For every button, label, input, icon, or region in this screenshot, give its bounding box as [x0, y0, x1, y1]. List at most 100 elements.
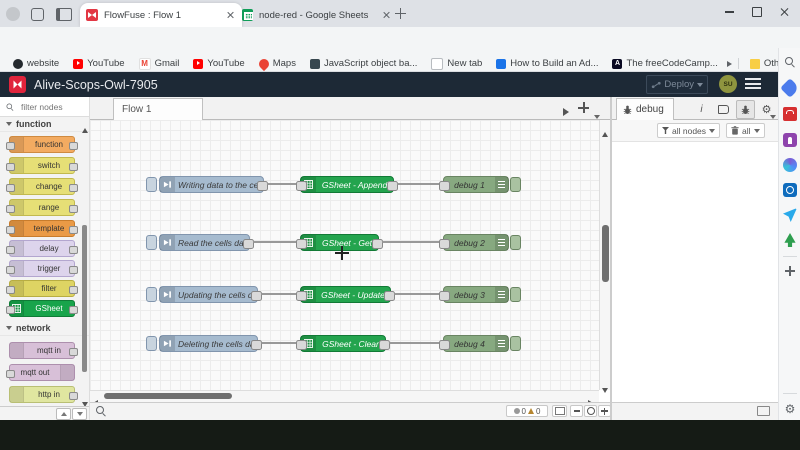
zoom-reset-button[interactable] — [584, 405, 597, 417]
debug-tab[interactable]: debug — [616, 98, 674, 120]
gsheet-node[interactable]: GSheet - Clear — [300, 335, 386, 352]
bookmark-item[interactable]: AThe freeCodeCamp... — [607, 58, 722, 69]
javascript-doc-icon — [310, 59, 320, 69]
debug-toggle-button[interactable] — [510, 235, 521, 250]
bookmarks-overflow-icon[interactable] — [727, 61, 732, 67]
debug-node[interactable]: debug 1 — [443, 176, 509, 193]
sidebar-search-icon[interactable] — [783, 55, 797, 69]
tree-game-icon[interactable] — [783, 233, 797, 247]
profile-icon[interactable] — [6, 7, 20, 21]
wire — [394, 293, 440, 295]
palette-node-trigger[interactable]: trigger — [9, 260, 75, 277]
notifications-counts[interactable]: 0 0 — [506, 405, 548, 417]
sidebar-settings-gear-icon[interactable]: ⚙ — [783, 402, 797, 416]
debug-filter-nodes-button[interactable]: all nodes — [657, 123, 720, 138]
palette-node-gsheet[interactable]: GSheet — [9, 300, 75, 317]
bookmark-item[interactable]: MGmail — [134, 58, 185, 70]
inject-button[interactable] — [146, 336, 157, 351]
debug-node[interactable]: debug 2 — [443, 234, 509, 251]
maximize-button[interactable] — [744, 0, 770, 24]
debug-toggle-button[interactable] — [510, 287, 521, 302]
bookmark-item[interactable]: YouTube — [188, 58, 249, 69]
add-flow-button[interactable] — [577, 101, 590, 114]
palette-node-delay[interactable]: delay — [9, 240, 75, 257]
bookmark-item[interactable]: YouTube — [68, 58, 129, 69]
palette-node-mqtt-in[interactable]: mqtt in — [9, 342, 75, 359]
expand-all-button[interactable] — [72, 408, 87, 420]
palette-node-http-in[interactable]: http in — [9, 386, 75, 403]
bookmark-item[interactable]: How to Build an Ad... — [491, 58, 603, 69]
debug-node[interactable]: debug 3 — [443, 286, 509, 303]
inject-button[interactable] — [146, 235, 157, 250]
new-tab-button[interactable] — [394, 7, 407, 20]
debug-toggle-button[interactable] — [510, 177, 521, 192]
deploy-button[interactable]: Deploy — [646, 75, 708, 94]
tab-flowfuse[interactable]: FlowFuse : Flow 1 — [80, 3, 242, 27]
palette-node-mqtt-out[interactable]: mqtt out — [9, 364, 75, 381]
deploy-options-icon[interactable] — [697, 83, 703, 87]
close-button[interactable] — [772, 0, 798, 24]
drop-icon[interactable] — [783, 208, 797, 222]
info-tab-icon[interactable]: i — [692, 100, 711, 119]
debug-sidebar-footer — [612, 402, 778, 420]
bookmark-item[interactable]: website — [8, 58, 64, 69]
flow-canvas[interactable]: Writing data to the cells GSheet - Appen… — [90, 120, 599, 390]
horizontal-scroll-thumb[interactable] — [104, 393, 232, 399]
inject-node[interactable]: Writing data to the cells — [159, 176, 264, 193]
tools-icon[interactable] — [783, 107, 797, 121]
outlook-icon[interactable] — [783, 183, 797, 197]
palette-node-switch[interactable]: switch — [9, 157, 75, 174]
debug-lines-icon — [495, 336, 508, 351]
main-menu-icon[interactable] — [745, 78, 761, 90]
palette-category-network[interactable]: network — [0, 321, 89, 336]
bookmark-item[interactable]: New tab — [426, 58, 487, 70]
gsheet-node[interactable]: GSheet - Append — [300, 176, 394, 193]
palette-scrollbar[interactable] — [82, 225, 87, 372]
inject-node[interactable]: Read the cells data — [159, 234, 250, 251]
browser-address-bar: ← https://alive-scops-owl-7905.flowfuse.… — [0, 27, 800, 56]
gsheet-node[interactable]: GSheet - Update — [300, 286, 391, 303]
inject-button[interactable] — [146, 177, 157, 192]
tab-close-icon[interactable] — [380, 9, 392, 21]
palette-scroll-up-icon[interactable] — [82, 120, 88, 138]
debug-node[interactable]: debug 4 — [443, 335, 509, 352]
debug-tab-icon[interactable] — [736, 100, 755, 119]
scroll-up-icon[interactable] — [602, 124, 608, 142]
gsheet-node[interactable]: GSheet - Get — [300, 234, 379, 251]
palette-search[interactable] — [0, 97, 89, 117]
user-avatar[interactable]: SU — [719, 75, 737, 93]
zoom-out-button[interactable] — [570, 405, 583, 417]
palette-node-range[interactable]: range — [9, 199, 75, 216]
palette-node-template[interactable]: template — [9, 220, 75, 237]
scroll-down-icon[interactable] — [602, 380, 608, 398]
tab-groups-icon[interactable] — [31, 8, 44, 21]
games-icon[interactable] — [783, 133, 797, 147]
palette-node-function[interactable]: function — [9, 136, 75, 153]
flow-tab[interactable]: Flow 1 — [113, 98, 203, 120]
palette-node-change[interactable]: change — [9, 178, 75, 195]
navigator-toggle[interactable] — [552, 405, 567, 417]
bookmark-item[interactable]: Maps — [254, 58, 301, 69]
minimize-button[interactable] — [716, 0, 742, 24]
open-debug-window-icon[interactable] — [757, 406, 770, 416]
palette-category-function[interactable]: function — [0, 117, 89, 132]
new-tab-doc-icon — [431, 58, 443, 70]
shopping-tag-icon[interactable] — [780, 78, 800, 98]
inject-node[interactable]: Updating the cells data — [159, 286, 258, 303]
scroll-tabs-icon[interactable] — [563, 103, 569, 121]
vertical-scroll-thumb[interactable] — [602, 225, 609, 282]
inject-button[interactable] — [146, 287, 157, 302]
microsoft-365-icon[interactable] — [783, 158, 797, 172]
inject-node[interactable]: Deleting the cells data — [159, 335, 258, 352]
tab-close-icon[interactable] — [224, 9, 236, 21]
tab-google-sheets[interactable]: node-red - Google Sheets — [236, 3, 398, 27]
palette-node-filter[interactable]: filter — [9, 280, 75, 297]
bookmark-item[interactable]: JavaScript object ba... — [305, 58, 422, 69]
collapse-all-button[interactable] — [56, 408, 71, 420]
palette-search-input[interactable] — [19, 101, 83, 113]
debug-clear-button[interactable]: all — [726, 123, 765, 138]
help-tab-icon[interactable] — [714, 100, 733, 119]
debug-toggle-button[interactable] — [510, 336, 521, 351]
sidebar-add-icon[interactable] — [783, 264, 797, 278]
vertical-tabs-icon[interactable] — [56, 8, 72, 21]
